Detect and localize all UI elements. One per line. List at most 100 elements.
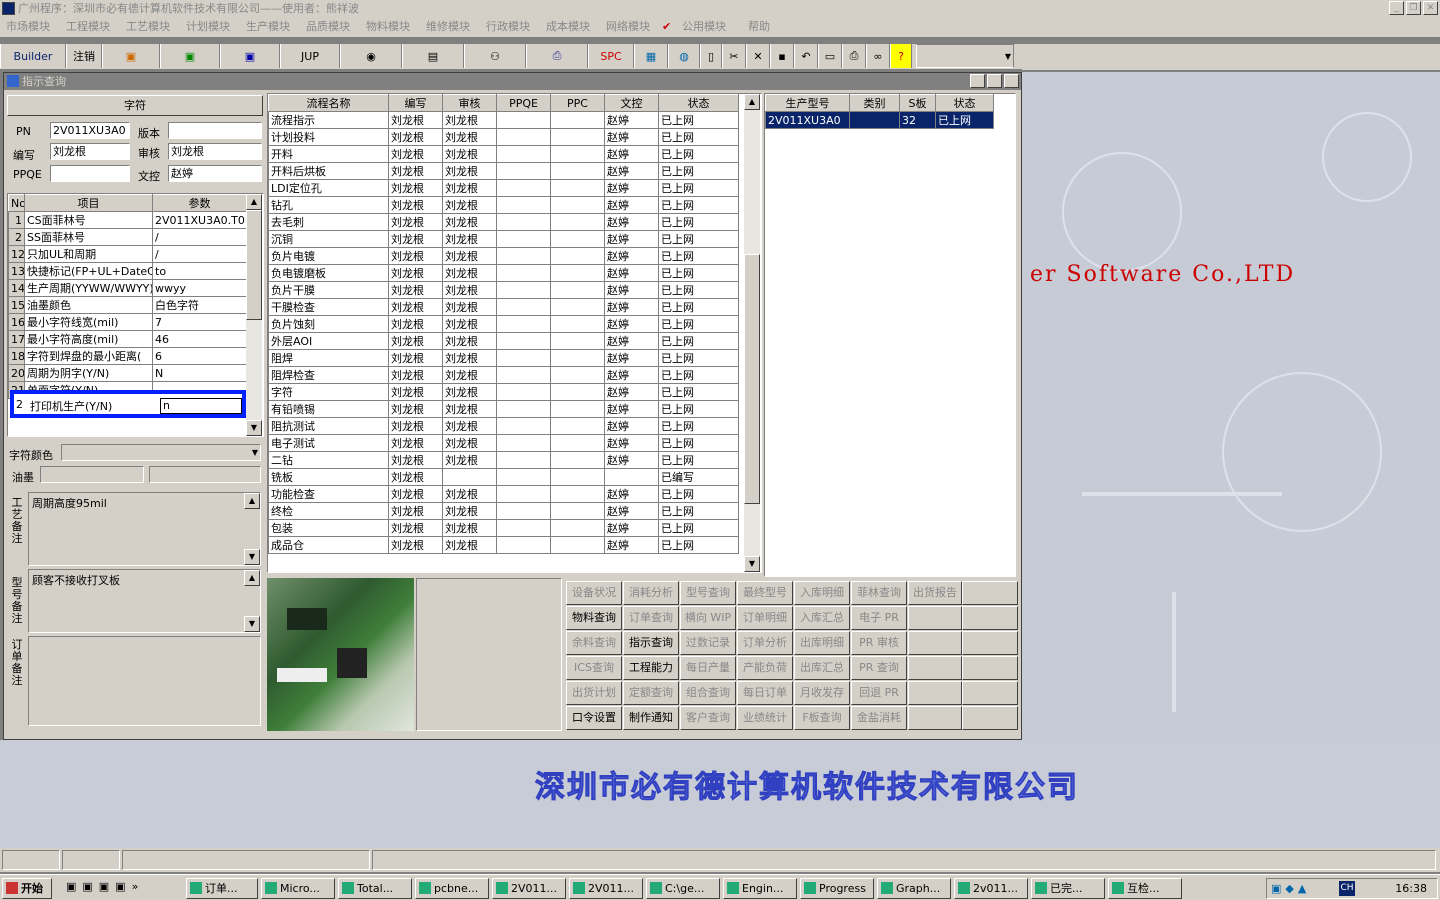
scroll-up-arrow-icon[interactable]: ▲ — [244, 570, 260, 586]
ink-field-1[interactable] — [40, 466, 144, 483]
param-row[interactable]: 17 最小字符高度(mil) 46 — [8, 330, 247, 348]
eye-icon[interactable]: ◉ — [340, 44, 402, 68]
function-button[interactable]: 横向 WIP — [680, 606, 736, 630]
function-button[interactable]: 消耗分析 — [623, 581, 679, 605]
taskbar-task[interactable]: pcbne... — [415, 878, 489, 899]
selected-param-row[interactable]: 2 打印机生产(Y/N) n — [10, 390, 246, 418]
docctl-field[interactable]: 赵婷 — [168, 165, 262, 182]
scroll-down-arrow-icon[interactable]: ▼ — [744, 556, 760, 572]
taskbar-task[interactable]: 已完... — [1031, 878, 1105, 899]
char-color-select[interactable]: ▼ — [61, 444, 261, 461]
models-header-type[interactable]: 类别 — [849, 94, 900, 112]
taskbar-task[interactable]: Graph... — [877, 878, 951, 899]
flow-header-status[interactable]: 状态 — [658, 94, 739, 112]
flow-row[interactable]: 成品仓 刘龙根 刘龙根 赵婷 已上网 — [268, 536, 739, 554]
params-header-no[interactable]: No — [8, 194, 25, 212]
function-button[interactable]: 口令设置 — [566, 706, 622, 730]
param-row[interactable]: 2 SS面菲林号 / — [8, 228, 247, 246]
menu-engineering[interactable]: 工程模块 — [66, 17, 110, 37]
model-row[interactable]: 2V011XU3A0 32 已上网 — [765, 111, 994, 129]
flow-row[interactable]: 去毛刺 刘龙根 刘龙根 赵婷 已上网 — [268, 213, 739, 231]
flow-row[interactable]: 开料 刘龙根 刘龙根 赵婷 已上网 — [268, 145, 739, 163]
flow-scrollbar[interactable]: ▲ ▼ — [744, 94, 760, 572]
param-row[interactable]: 1 CS面菲林号 2V011XU3A0.T0 — [8, 211, 247, 229]
flow-row[interactable]: 计划投料 刘龙根 刘龙根 赵婷 已上网 — [268, 128, 739, 146]
logout-button[interactable]: 注销 — [66, 44, 102, 68]
params-header-item[interactable]: 项目 — [24, 194, 153, 212]
menu-production[interactable]: 生产模块 — [246, 17, 290, 37]
param-row[interactable]: 14 生产周期(YYWW/WWYY) wwyy — [8, 279, 247, 297]
function-button[interactable]: 出货计划 — [566, 681, 622, 705]
delete-icon[interactable]: ✕ — [746, 44, 770, 68]
globe-icon[interactable]: ◍ — [668, 44, 700, 68]
param-row[interactable]: 16 最小字符线宽(mil) 7 — [8, 313, 247, 331]
function-button[interactable]: 菲林查询 — [851, 581, 907, 605]
flow-header-author[interactable]: 编写 — [388, 94, 443, 112]
scroll-thumb[interactable] — [744, 254, 760, 504]
start-button[interactable]: 开始 — [2, 878, 52, 899]
function-button[interactable]: 订单明细 — [737, 606, 793, 630]
function-button[interactable]: 业绩统计 — [737, 706, 793, 730]
taskbar-task[interactable]: 互检... — [1108, 878, 1182, 899]
function-button[interactable]: 出库汇总 — [794, 656, 850, 680]
function-button[interactable]: 每日订单 — [737, 681, 793, 705]
function-button-empty[interactable] — [962, 706, 1018, 730]
scroll-up-arrow-icon[interactable]: ▲ — [744, 94, 760, 110]
function-button[interactable]: 回退 PR — [851, 681, 907, 705]
flow-row[interactable]: 开料后烘板 刘龙根 刘龙根 赵婷 已上网 — [268, 162, 739, 180]
flow-row[interactable]: 外层AOI 刘龙根 刘龙根 赵婷 已上网 — [268, 332, 739, 350]
function-button[interactable]: 客户查询 — [680, 706, 736, 730]
users-icon[interactable]: ⚇ — [464, 44, 526, 68]
flow-row[interactable]: 干膜检查 刘龙根 刘龙根 赵婷 已上网 — [268, 298, 739, 316]
function-button[interactable]: 余料查询 — [566, 631, 622, 655]
models-header-sboard[interactable]: S板 — [899, 94, 936, 112]
params-scrollbar[interactable]: ▲ ▼ — [246, 194, 262, 436]
menu-market[interactable]: 市场模块 — [6, 17, 50, 37]
models-header-model[interactable]: 生产型号 — [765, 94, 850, 112]
flow-row[interactable]: 负片蚀刻 刘龙根 刘龙根 赵婷 已上网 — [268, 315, 739, 333]
author-field[interactable]: 刘龙根 — [50, 143, 130, 160]
new-doc-icon[interactable]: ▯ — [700, 44, 722, 68]
language-indicator[interactable]: CH — [1339, 881, 1355, 896]
param-row[interactable]: 18 字符到焊盘的最小距离(6 — [8, 347, 247, 365]
scroll-down-arrow-icon[interactable]: ▼ — [244, 616, 260, 632]
flow-row[interactable]: LDI定位孔 刘龙根 刘龙根 赵婷 已上网 — [268, 179, 739, 197]
function-button-empty[interactable] — [962, 656, 1018, 680]
print-icon[interactable]: ⎙ — [842, 44, 866, 68]
flow-row[interactable]: 功能检查 刘龙根 刘龙根 赵婷 已上网 — [268, 485, 739, 503]
function-button-empty[interactable] — [962, 581, 1018, 605]
function-button[interactable]: 指示查询 — [623, 631, 679, 655]
function-button[interactable]: 金盐消耗 — [851, 706, 907, 730]
function-button[interactable]: 工程能力 — [623, 656, 679, 680]
binoculars-icon[interactable]: ∞ — [866, 44, 890, 68]
flow-row[interactable]: 阻焊检查 刘龙根 刘龙根 赵婷 已上网 — [268, 366, 739, 384]
function-button[interactable] — [908, 706, 962, 730]
param-row[interactable]: 13 快捷标记(FP+UL+DateCo to — [8, 262, 247, 280]
selected-row-value[interactable]: n — [160, 398, 242, 414]
flow-row[interactable]: 钻孔 刘龙根 刘龙根 赵婷 已上网 — [268, 196, 739, 214]
menu-plan[interactable]: 计划模块 — [186, 17, 230, 37]
version-field[interactable] — [168, 122, 262, 139]
close-button[interactable]: ✕ — [1423, 1, 1438, 15]
function-button[interactable]: 过数记录 — [680, 631, 736, 655]
excel-icon[interactable]: ▣ — [160, 44, 220, 68]
flow-row[interactable]: 包装 刘龙根 刘龙根 赵婷 已上网 — [268, 519, 739, 537]
pn-field[interactable]: 2V011XU3A0 — [50, 122, 130, 139]
params-header-value[interactable]: 参数 — [152, 194, 247, 212]
taskbar-task[interactable]: Micro... — [261, 878, 335, 899]
quick-launch-icons[interactable]: ▣▣▣▣» — [66, 880, 144, 893]
craft-note-field[interactable]: 周期高度95mil ▲ ▼ — [28, 492, 261, 566]
taskbar-task[interactable]: 2V011... — [569, 878, 643, 899]
taskbar-task[interactable]: Total... — [338, 878, 412, 899]
function-button[interactable]: 电子 PR — [851, 606, 907, 630]
flow-header-name[interactable]: 流程名称 — [268, 94, 389, 112]
menu-network[interactable]: 网络模块 — [606, 17, 650, 37]
flow-row[interactable]: 电子测试 刘龙根 刘龙根 赵婷 已上网 — [268, 434, 739, 452]
minimize-button[interactable]: _ — [1389, 1, 1404, 15]
ink-field-2[interactable] — [149, 466, 261, 483]
function-button[interactable]: 最终型号 — [737, 581, 793, 605]
function-button[interactable]: PR 审核 — [851, 631, 907, 655]
taskbar-task[interactable]: Engin... — [723, 878, 797, 899]
function-button[interactable]: 入库明细 — [794, 581, 850, 605]
function-button-empty[interactable] — [962, 606, 1018, 630]
